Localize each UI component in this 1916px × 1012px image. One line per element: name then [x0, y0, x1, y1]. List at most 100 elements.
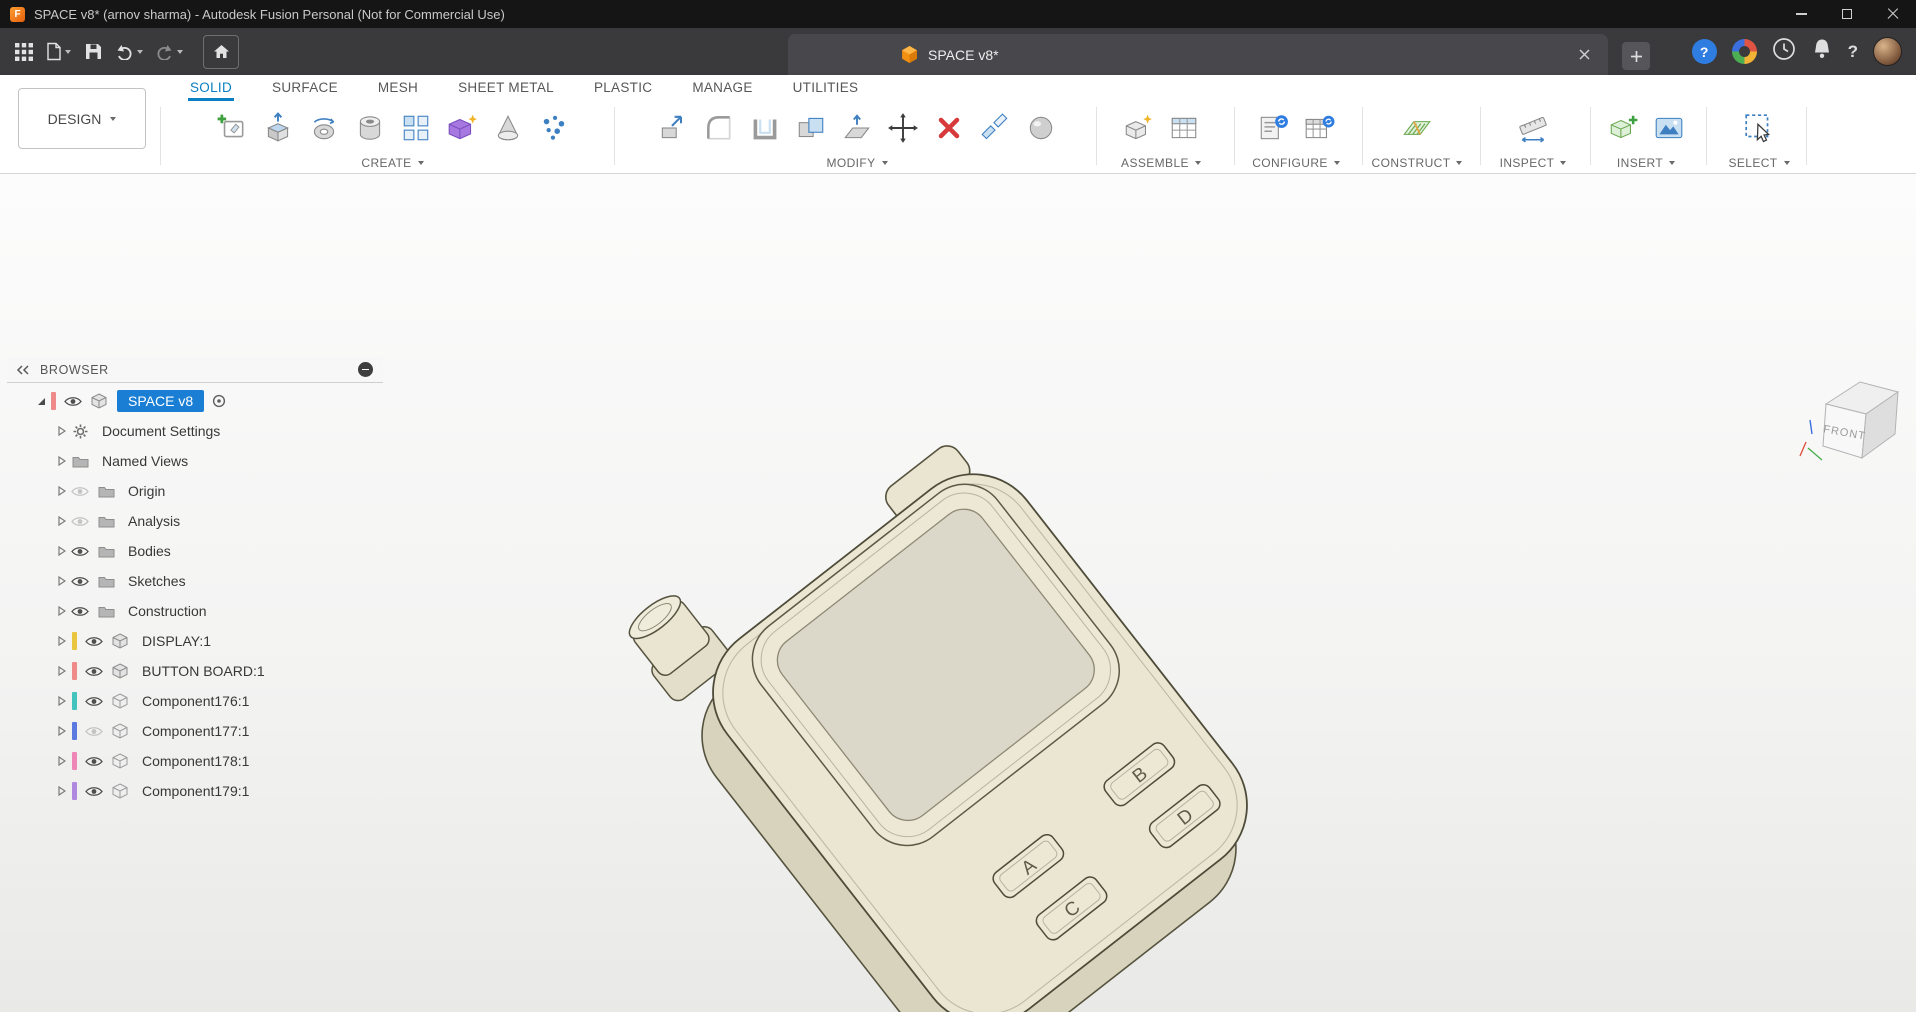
browser-item-label[interactable]: Component177:1 — [138, 721, 253, 741]
insert-derive-button[interactable] — [1600, 104, 1646, 152]
workspace-switcher[interactable]: DESIGN — [18, 88, 146, 149]
browser-item-origin[interactable]: Origin — [7, 476, 383, 506]
browser-item-label[interactable]: BUTTON BOARD:1 — [138, 661, 269, 681]
offset-face-button[interactable] — [834, 104, 880, 152]
job-status-button[interactable] — [1772, 37, 1796, 66]
disclosure-triangle[interactable] — [54, 456, 70, 466]
close-button[interactable] — [1870, 0, 1916, 28]
browser-item-analysis[interactable]: Analysis — [7, 506, 383, 536]
disclosure-triangle[interactable] — [54, 576, 70, 586]
move-button[interactable] — [880, 104, 926, 152]
browser-item-named-views[interactable]: Named Views — [7, 446, 383, 476]
disclosure-triangle[interactable] — [54, 666, 70, 676]
inspect-group-label[interactable]: INSPECT — [1500, 156, 1567, 170]
visibility-toggle[interactable] — [84, 696, 104, 707]
browser-item-label[interactable]: Analysis — [124, 511, 184, 531]
browser-item-label[interactable]: Bodies — [124, 541, 175, 561]
shell-button[interactable] — [742, 104, 788, 152]
browser-item-label[interactable]: Sketches — [124, 571, 190, 591]
minimize-button[interactable] — [1778, 0, 1824, 28]
new-component-button[interactable] — [1115, 104, 1161, 152]
collapse-browser-button[interactable] — [358, 362, 373, 377]
browser-item-label[interactable]: Origin — [124, 481, 169, 501]
physical-material-button[interactable] — [1018, 104, 1064, 152]
disclosure-triangle-expanded[interactable] — [33, 397, 49, 406]
create-sketch-button[interactable] — [209, 104, 255, 152]
browser-item-label[interactable]: Construction — [124, 601, 211, 621]
measure-button[interactable] — [1510, 104, 1556, 152]
extensions-icon[interactable] — [1732, 39, 1757, 64]
browser-item-component177[interactable]: Component177:1 — [7, 716, 383, 746]
disclosure-triangle[interactable] — [54, 636, 70, 646]
points-button[interactable] — [531, 104, 577, 152]
visibility-toggle[interactable] — [84, 666, 104, 677]
browser-item-label[interactable]: DISPLAY:1 — [138, 631, 215, 651]
activate-component-radio[interactable] — [212, 394, 226, 408]
disclosure-triangle[interactable] — [54, 606, 70, 616]
hole-button[interactable] — [347, 104, 393, 152]
visibility-toggle[interactable] — [70, 576, 90, 587]
browser-item-component178[interactable]: Component178:1 — [7, 746, 383, 776]
browser-item-label[interactable]: Component176:1 — [138, 691, 253, 711]
viewport-canvas[interactable]: A B C D FRONT — [0, 174, 1916, 1012]
create-group-label[interactable]: CREATE — [361, 156, 423, 170]
modify-group-label[interactable]: MODIFY — [826, 156, 887, 170]
disclosure-triangle[interactable] — [54, 426, 70, 436]
browser-item-label[interactable]: Named Views — [98, 451, 192, 471]
select-button[interactable] — [1736, 104, 1782, 152]
new-tab-button[interactable] — [1622, 42, 1650, 70]
document-tab[interactable]: SPACE v8* — [788, 34, 1608, 75]
visibility-toggle-off[interactable] — [70, 486, 90, 497]
browser-header[interactable]: BROWSER — [7, 357, 383, 383]
browser-item-label[interactable]: Component179:1 — [138, 781, 253, 801]
disclosure-triangle[interactable] — [54, 786, 70, 796]
loft-button[interactable] — [485, 104, 531, 152]
assemble-group-label[interactable]: ASSEMBLE — [1121, 156, 1201, 170]
visibility-toggle-off[interactable] — [84, 726, 104, 737]
align-button[interactable] — [972, 104, 1018, 152]
configure-button[interactable] — [1250, 104, 1296, 152]
visibility-toggle[interactable] — [70, 546, 90, 557]
disclosure-triangle[interactable] — [54, 756, 70, 766]
tab-utilities[interactable]: UTILITIES — [791, 76, 861, 101]
tab-solid[interactable]: SOLID — [188, 76, 234, 101]
extrude-button[interactable] — [255, 104, 301, 152]
visibility-toggle[interactable] — [70, 606, 90, 617]
tab-mesh[interactable]: MESH — [376, 76, 420, 101]
browser-item-bodies[interactable]: Bodies — [7, 536, 383, 566]
browser-item-label[interactable]: Component178:1 — [138, 751, 253, 771]
revolve-button[interactable] — [301, 104, 347, 152]
browser-item-component176[interactable]: Component176:1 — [7, 686, 383, 716]
configuration-table-button[interactable] — [1296, 104, 1342, 152]
disclosure-triangle[interactable] — [54, 726, 70, 736]
fillet-button[interactable] — [696, 104, 742, 152]
visibility-toggle[interactable] — [84, 786, 104, 797]
visibility-toggle-off[interactable] — [70, 516, 90, 527]
browser-item-display[interactable]: DISPLAY:1 — [7, 626, 383, 656]
tab-surface[interactable]: SURFACE — [270, 76, 340, 101]
disclosure-triangle[interactable] — [54, 486, 70, 496]
maximize-button[interactable] — [1824, 0, 1870, 28]
browser-item-sketches[interactable]: Sketches — [7, 566, 383, 596]
disclosure-triangle[interactable] — [54, 546, 70, 556]
browser-item-button-board[interactable]: BUTTON BOARD:1 — [7, 656, 383, 686]
tab-sheet-metal[interactable]: SHEET METAL — [456, 76, 556, 101]
combine-button[interactable] — [788, 104, 834, 152]
press-pull-button[interactable] — [650, 104, 696, 152]
select-group-label[interactable]: SELECT — [1728, 156, 1789, 170]
visibility-toggle[interactable] — [63, 396, 83, 407]
configure-group-label[interactable]: CONFIGURE — [1252, 156, 1340, 170]
file-menu-button[interactable] — [42, 35, 75, 69]
close-tab-button[interactable] — [1572, 43, 1596, 67]
browser-item-component179[interactable]: Component179:1 — [7, 776, 383, 806]
undo-button[interactable] — [111, 35, 147, 69]
user-avatar[interactable] — [1873, 37, 1902, 66]
redo-button[interactable] — [151, 35, 187, 69]
delete-button[interactable] — [926, 104, 972, 152]
notifications-button[interactable] — [1811, 37, 1833, 66]
visibility-toggle[interactable] — [84, 756, 104, 767]
construction-plane-button[interactable] — [1394, 104, 1440, 152]
save-button[interactable] — [79, 35, 107, 69]
disclosure-triangle[interactable] — [54, 516, 70, 526]
tab-plastic[interactable]: PLASTIC — [592, 76, 654, 101]
